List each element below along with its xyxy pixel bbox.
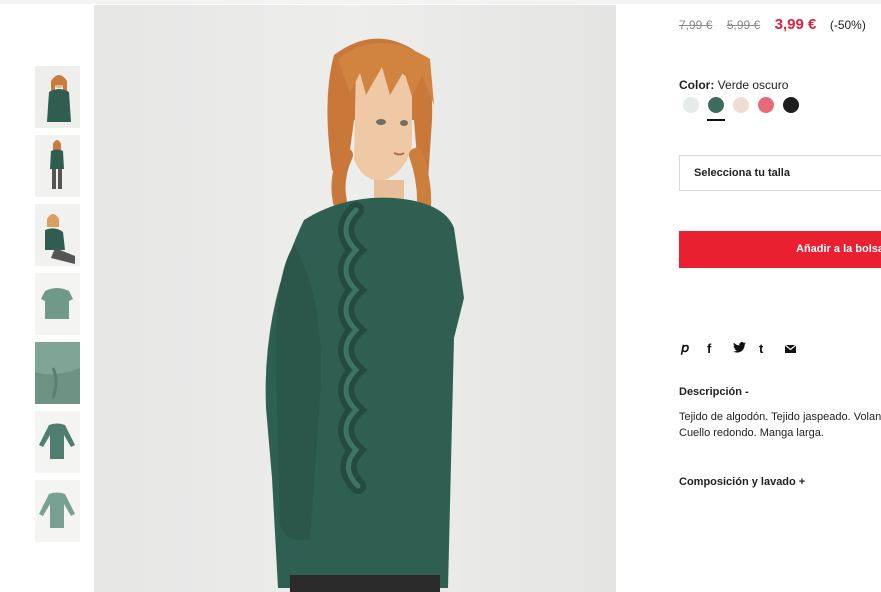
composition-toggle[interactable]: Composición y lavado + bbox=[679, 476, 805, 488]
share-icons: 𝘱 f t bbox=[681, 340, 811, 356]
sale-price: 3,99 € bbox=[774, 16, 817, 33]
thumbnail-1[interactable] bbox=[35, 66, 80, 128]
price-block: 7,99 € 5,99 € 3,99 € (-50%) bbox=[679, 16, 866, 34]
color-swatches bbox=[683, 97, 808, 121]
discount-badge: (-50%) bbox=[829, 18, 866, 32]
thumbnail-2[interactable] bbox=[35, 135, 80, 197]
facebook-icon[interactable]: f bbox=[707, 341, 733, 356]
color-swatch-black[interactable] bbox=[783, 97, 799, 113]
color-label-row: Color: Verde oscuro bbox=[679, 78, 788, 92]
previous-price: 5,99 € bbox=[726, 18, 761, 32]
thumbnail-4[interactable] bbox=[35, 273, 80, 335]
product-info-panel: 7,99 € 5,99 € 3,99 € (-50%) Color: Verde… bbox=[679, 0, 881, 592]
mail-icon[interactable] bbox=[784, 341, 811, 356]
color-swatch-dark-green[interactable] bbox=[707, 97, 725, 121]
tumblr-icon[interactable]: t bbox=[759, 341, 785, 356]
color-label: Color: bbox=[679, 78, 715, 92]
description-toggle[interactable]: Descripción - bbox=[679, 386, 749, 398]
add-to-bag-button[interactable]: Añadir a la bolsa bbox=[679, 231, 881, 268]
thumbnail-3[interactable] bbox=[35, 204, 80, 266]
description-line-2: Cuello redondo. Manga larga. bbox=[679, 427, 824, 439]
color-swatch-light-grey[interactable] bbox=[683, 97, 699, 113]
color-swatch-coral-pink[interactable] bbox=[758, 97, 774, 113]
size-select[interactable]: Selecciona tu talla bbox=[679, 155, 881, 191]
main-product-image[interactable] bbox=[94, 5, 616, 592]
thumbnail-gallery bbox=[35, 66, 80, 549]
twitter-icon[interactable] bbox=[733, 341, 759, 356]
original-price: 7,99 € bbox=[679, 18, 713, 32]
thumbnail-5[interactable] bbox=[35, 342, 80, 404]
pinterest-icon[interactable]: 𝘱 bbox=[681, 340, 707, 356]
color-value: Verde oscuro bbox=[717, 78, 789, 92]
color-swatch-light-pink[interactable] bbox=[733, 97, 749, 113]
description-text: Tejido de algodón. Tejido jaspeado. Vola… bbox=[679, 409, 881, 441]
thumbnail-7[interactable] bbox=[35, 480, 80, 542]
description-line-1: Tejido de algodón. Tejido jaspeado. Vola… bbox=[679, 411, 881, 423]
thumbnail-6[interactable] bbox=[35, 411, 80, 473]
